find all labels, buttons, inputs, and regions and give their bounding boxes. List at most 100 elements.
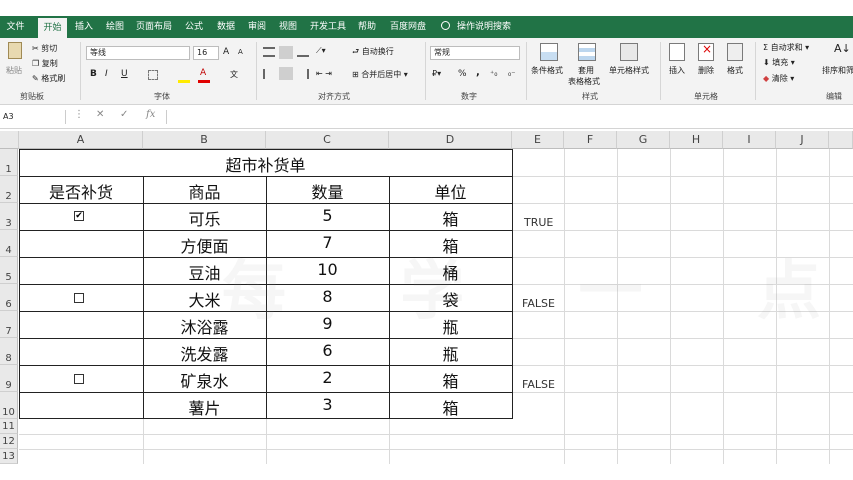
item-cell[interactable]: 大米 bbox=[143, 287, 266, 311]
font-color-button[interactable]: A bbox=[200, 68, 206, 78]
format-cells-icon[interactable] bbox=[727, 43, 743, 61]
item-cell[interactable]: 可乐 bbox=[143, 206, 266, 230]
conditional-format-icon[interactable] bbox=[540, 43, 558, 61]
unit-cell[interactable]: 箱 bbox=[389, 233, 512, 257]
tab-formulas[interactable]: 公式 bbox=[180, 16, 208, 38]
sort-filter-icon[interactable]: A↓ bbox=[834, 42, 851, 55]
tab-page-layout[interactable]: 页面布局 bbox=[132, 16, 176, 38]
enter-icon[interactable]: ✓ bbox=[120, 109, 128, 120]
row-header-5[interactable]: 5 bbox=[0, 257, 18, 284]
qty-cell[interactable]: 7 bbox=[266, 233, 389, 252]
row-header-13[interactable]: 13 bbox=[0, 449, 18, 464]
item-cell[interactable]: 洗发露 bbox=[143, 341, 266, 365]
unit-cell[interactable]: 箱 bbox=[389, 368, 512, 392]
tab-file[interactable]: 文件 bbox=[0, 16, 31, 38]
column-header-f[interactable]: F bbox=[564, 131, 617, 149]
name-box[interactable]: A3 bbox=[0, 110, 66, 124]
item-cell[interactable]: 方便面 bbox=[143, 233, 266, 257]
column-header-h[interactable]: H bbox=[670, 131, 723, 149]
formula-input[interactable] bbox=[166, 110, 853, 124]
restock-checkbox[interactable] bbox=[74, 374, 84, 384]
bold-button[interactable]: B bbox=[90, 69, 97, 79]
column-header-e[interactable]: E bbox=[512, 131, 564, 149]
column-header-a[interactable]: A bbox=[19, 131, 143, 149]
borders-icon[interactable] bbox=[148, 70, 158, 80]
align-top-icon[interactable] bbox=[263, 47, 275, 57]
row-header-3[interactable]: 3 bbox=[0, 203, 18, 230]
currency-icon[interactable]: ₽▾ bbox=[432, 69, 441, 78]
sort-filter-button[interactable]: 排序和筛 bbox=[822, 65, 853, 76]
delete-cells-icon[interactable]: × bbox=[698, 42, 714, 61]
clear-button[interactable]: ◆ 清除 ▾ bbox=[763, 73, 794, 84]
conditional-format-button[interactable]: 条件格式 bbox=[531, 65, 563, 76]
column-header-d[interactable]: D bbox=[389, 131, 512, 149]
row-header-12[interactable]: 12 bbox=[0, 434, 18, 449]
tab-baidu-netdisk[interactable]: 百度网盘 bbox=[386, 16, 430, 38]
shrink-font-button[interactable]: A bbox=[238, 48, 243, 56]
table-format-icon[interactable] bbox=[578, 43, 596, 61]
linked-value-e6[interactable]: FALSE bbox=[522, 297, 555, 310]
column-header-g[interactable]: G bbox=[617, 131, 670, 149]
tell-me-search[interactable]: 操作说明搜索 bbox=[457, 16, 517, 38]
row-header-10[interactable]: 10 bbox=[0, 392, 18, 419]
paste-button[interactable]: 粘贴 bbox=[6, 65, 22, 76]
merge-center-button[interactable]: ⊞ 合并后居中 ▾ bbox=[352, 69, 408, 80]
unit-cell[interactable]: 箱 bbox=[389, 395, 512, 419]
column-header-k[interactable] bbox=[829, 131, 853, 149]
qty-cell[interactable]: 6 bbox=[266, 341, 389, 360]
tab-data[interactable]: 数据 bbox=[212, 16, 240, 38]
tab-draw[interactable]: 绘图 bbox=[101, 16, 129, 38]
insert-function-button[interactable]: fx bbox=[146, 109, 155, 120]
tab-home[interactable]: 开始 bbox=[38, 18, 67, 38]
unit-cell[interactable]: 箱 bbox=[389, 206, 512, 230]
row-header-2[interactable]: 2 bbox=[0, 176, 18, 203]
decrease-decimal-icon[interactable]: ₀⁻ bbox=[508, 69, 515, 78]
delete-cells-button[interactable]: 删除 bbox=[698, 65, 714, 76]
linked-value-e9[interactable]: FALSE bbox=[522, 378, 555, 391]
font-size-select[interactable]: 16 bbox=[193, 46, 219, 60]
wrap-text-button[interactable]: ⮐ 自动换行 bbox=[352, 46, 394, 60]
select-all-corner[interactable] bbox=[0, 131, 19, 149]
font-name-select[interactable]: 等线 bbox=[86, 46, 190, 60]
orientation-icon[interactable]: ⟋▾ bbox=[316, 46, 326, 56]
item-cell[interactable]: 薯片 bbox=[143, 395, 266, 419]
column-header-i[interactable]: I bbox=[723, 131, 776, 149]
tab-view[interactable]: 视图 bbox=[274, 16, 302, 38]
percent-button[interactable]: % bbox=[458, 69, 467, 79]
comma-button[interactable]: , bbox=[476, 67, 480, 78]
cancel-icon[interactable]: ✕ bbox=[96, 109, 104, 120]
insert-cells-button[interactable]: 插入 bbox=[669, 65, 685, 76]
tab-help[interactable]: 帮助 bbox=[353, 16, 381, 38]
tab-review[interactable]: 审阅 bbox=[243, 16, 271, 38]
unit-cell[interactable]: 瓶 bbox=[389, 314, 512, 338]
qty-cell[interactable]: 10 bbox=[266, 260, 389, 279]
align-center-icon[interactable] bbox=[279, 67, 293, 80]
cut-button[interactable]: ✂ 剪切 bbox=[32, 43, 57, 54]
restock-checkbox[interactable] bbox=[74, 293, 84, 303]
autosum-button[interactable]: Σ 自动求和 ▾ bbox=[763, 42, 809, 53]
qty-cell[interactable]: 3 bbox=[266, 395, 389, 414]
table-format-label-1[interactable]: 套用 bbox=[578, 65, 594, 76]
qty-cell[interactable]: 8 bbox=[266, 287, 389, 306]
item-cell[interactable]: 豆油 bbox=[143, 260, 266, 284]
row-header-7[interactable]: 7 bbox=[0, 311, 18, 338]
format-cells-button[interactable]: 格式 bbox=[727, 65, 743, 76]
cell-styles-icon[interactable] bbox=[620, 43, 638, 61]
qty-cell[interactable]: 9 bbox=[266, 314, 389, 333]
unit-cell[interactable]: 桶 bbox=[389, 260, 512, 284]
grow-font-button[interactable]: A bbox=[223, 47, 229, 57]
align-middle-icon[interactable] bbox=[279, 46, 293, 59]
row-header-4[interactable]: 4 bbox=[0, 230, 18, 257]
align-right-icon[interactable] bbox=[297, 69, 309, 79]
column-header-b[interactable]: B bbox=[143, 131, 266, 149]
italic-button[interactable]: I bbox=[105, 69, 108, 79]
item-cell[interactable]: 矿泉水 bbox=[143, 368, 266, 392]
column-header-c[interactable]: C bbox=[266, 131, 389, 149]
fill-color-icon[interactable] bbox=[178, 80, 190, 83]
indent-icon[interactable]: ⇤ ⇥ bbox=[316, 69, 332, 78]
phonetic-button[interactable]: 文 bbox=[230, 69, 238, 80]
unit-cell[interactable]: 瓶 bbox=[389, 341, 512, 365]
row-header-11[interactable]: 11 bbox=[0, 419, 18, 434]
row-header-1[interactable]: 1 bbox=[0, 149, 18, 176]
fill-button[interactable]: ⬇ 填充 ▾ bbox=[763, 57, 795, 68]
